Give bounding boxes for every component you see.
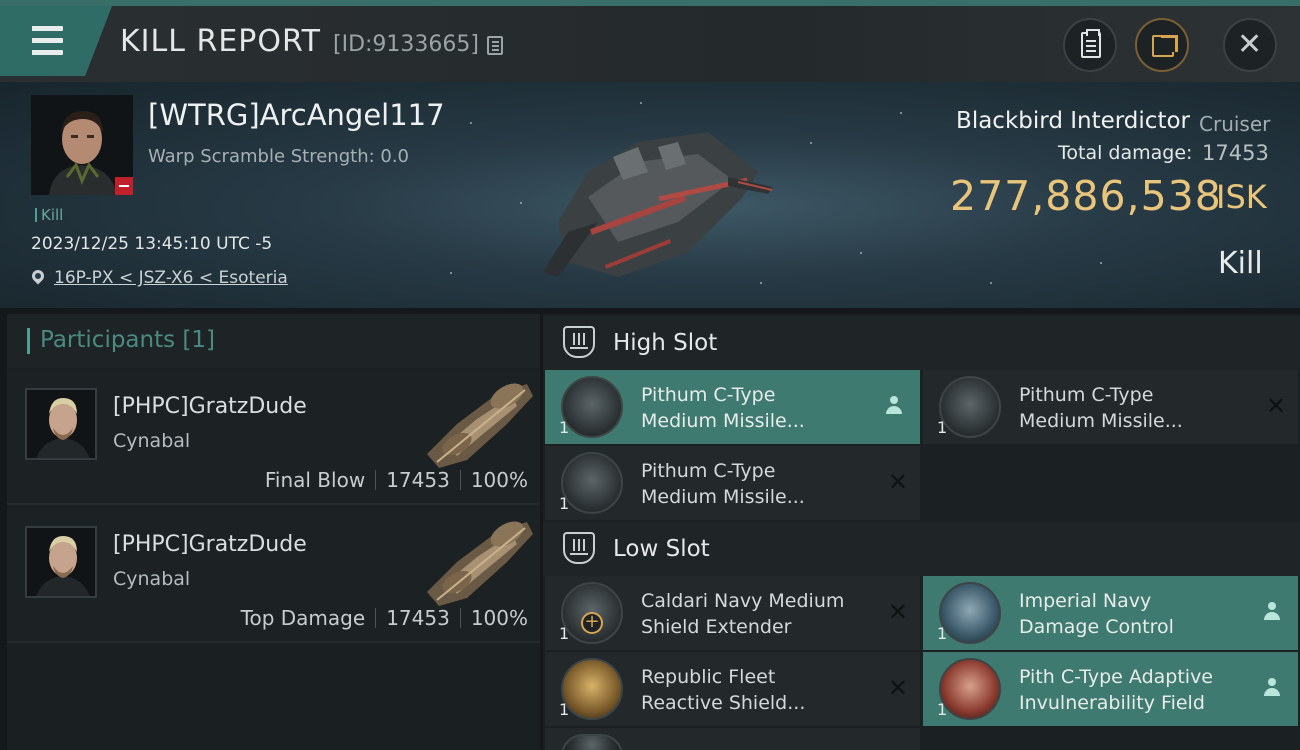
dropped-user-icon (1264, 602, 1280, 622)
high-slot-header: High Slot (543, 316, 1300, 370)
low-slot-title: Low Slot (613, 536, 710, 562)
close-icon: ✕ (1237, 27, 1263, 62)
participant-ship-image (427, 521, 533, 606)
participant-name[interactable]: [PHPC]GratzDude (113, 394, 307, 419)
kill-tag: Kill (35, 206, 63, 224)
module-item[interactable]: 1 Pithum C-Type Medium Missile... ✕ (923, 370, 1298, 444)
dropped-user-icon (1264, 678, 1280, 698)
module-name: Republic Fleet Reactive Shield... (641, 666, 806, 714)
victim-ship-class: Cruiser (1199, 112, 1271, 136)
participant-percent: 100% (470, 606, 528, 630)
low-slot-icon (563, 532, 595, 564)
page-title: KILL REPORT (120, 24, 321, 59)
participant-card[interactable]: [PHPC]GratzDude Cynabal Final Blow 17453 1… (7, 370, 540, 505)
module-name: Pithum C-Type Medium Missile... (641, 460, 805, 508)
module-name: Imperial Navy Damage Control (1019, 590, 1174, 638)
participant-card[interactable]: [PHPC]GratzDude Cynabal Top Damage 17453 1… (7, 508, 540, 643)
participant-damage: 17453 (386, 606, 450, 630)
destroyed-x-icon: ✕ (1265, 392, 1286, 420)
participant-damage: 17453 (386, 468, 450, 492)
participant-percent: 100% (470, 468, 528, 492)
module-item[interactable]: 1 Pith C-Type Adaptive Invulnerability Fi… (923, 652, 1298, 726)
missile-launcher-icon (939, 376, 1001, 438)
total-damage-label: Total damage: (1058, 142, 1193, 164)
participants-title: Participants [1] (40, 327, 216, 353)
clipboard-button[interactable] (1063, 18, 1117, 72)
participant-stats: Final Blow 17453 100% (265, 468, 528, 492)
clipboard-icon (1081, 29, 1101, 58)
destroyed-x-icon: ✕ (887, 674, 908, 702)
module-item[interactable]: 1 Imperial Navy Damage Control (923, 576, 1298, 650)
participant-ship: Cynabal (113, 568, 191, 590)
low-slot-header: Low Slot (543, 522, 1300, 576)
copy-icon[interactable] (487, 36, 503, 55)
close-button[interactable]: ✕ (1223, 18, 1277, 72)
module-icon (561, 734, 623, 750)
participants-header: Participants [1] (7, 314, 540, 368)
damage-control-icon (939, 582, 1001, 644)
module-item[interactable]: 1 Republic Fleet Reactive Shield... ✕ (545, 652, 920, 726)
dropped-user-icon (886, 396, 902, 416)
result-label: Kill (1218, 246, 1263, 281)
location-link[interactable]: 16P-PX < JSZ-X6 < Esoteria (54, 268, 288, 288)
invulnerability-field-icon (939, 658, 1001, 720)
module-name: Caldari Navy Medium Shield Extender (641, 590, 845, 638)
module-item[interactable]: + 1 Caldari Navy Medium Shield Extender ✕ (545, 576, 920, 650)
module-name: Pithum C-Type Medium Missile... (641, 384, 805, 432)
location-pin-icon (29, 267, 47, 285)
module-item[interactable]: 1 Pithum C-Type Medium Missile... ✕ (545, 446, 920, 520)
module-name: Pith C-Type Adaptive Invulnerability Fiel… (1019, 666, 1213, 714)
high-slot-title: High Slot (613, 330, 718, 356)
destroyed-x-icon: ✕ (887, 468, 908, 496)
menu-icon (27, 24, 63, 56)
destroyed-x-icon: ✕ (887, 598, 908, 626)
warp-scramble-strength: Warp Scramble Strength: 0.0 (148, 146, 410, 167)
total-damage-value: 17453 (1202, 141, 1269, 165)
missile-launcher-icon (561, 376, 623, 438)
isk-unit: ISK (1216, 178, 1267, 216)
share-button[interactable] (1135, 18, 1189, 72)
participant-role: Final Blow (264, 468, 366, 492)
participant-avatar[interactable] (25, 388, 97, 460)
participant-avatar[interactable] (25, 526, 97, 598)
victim-ship-name[interactable]: Blackbird Interdictor (956, 108, 1190, 134)
module-item[interactable] (545, 728, 920, 750)
plus-icon: + (581, 612, 603, 634)
participant-ship-image (427, 383, 533, 468)
missile-launcher-icon (561, 452, 623, 514)
hostile-flag-icon (115, 177, 133, 195)
participant-role: Top Damage (240, 606, 366, 630)
kill-date: 2023/12/25 13:45:10 UTC -5 (31, 234, 273, 254)
module-item[interactable]: 1 Pithum C-Type Medium Missile... (545, 370, 920, 444)
report-id: [ID:9133665] (333, 32, 479, 57)
high-slot-icon (563, 326, 595, 358)
victim-name[interactable]: [WTRG]ArcAngel117 (148, 98, 445, 132)
participant-name[interactable]: [PHPC]GratzDude (113, 532, 307, 557)
module-name: Pithum C-Type Medium Missile... (1019, 384, 1183, 432)
participant-stats: Top Damage 17453 100% (241, 606, 528, 630)
participants-panel: Participants [1] [PHPC]GratzDude Cynabal… (7, 314, 540, 750)
victim-ship-image (543, 132, 773, 277)
victim-banner: [WTRG]ArcAngel117 Warp Scramble Strength… (0, 82, 1300, 308)
participant-ship: Cynabal (113, 430, 191, 452)
fitting-panel: High Slot 1 Pithum C-Type Medium Missile.… (543, 314, 1300, 750)
share-icon (1152, 35, 1178, 57)
isk-value: 277,886,538 (950, 172, 1222, 220)
reactive-shield-icon (561, 658, 623, 720)
